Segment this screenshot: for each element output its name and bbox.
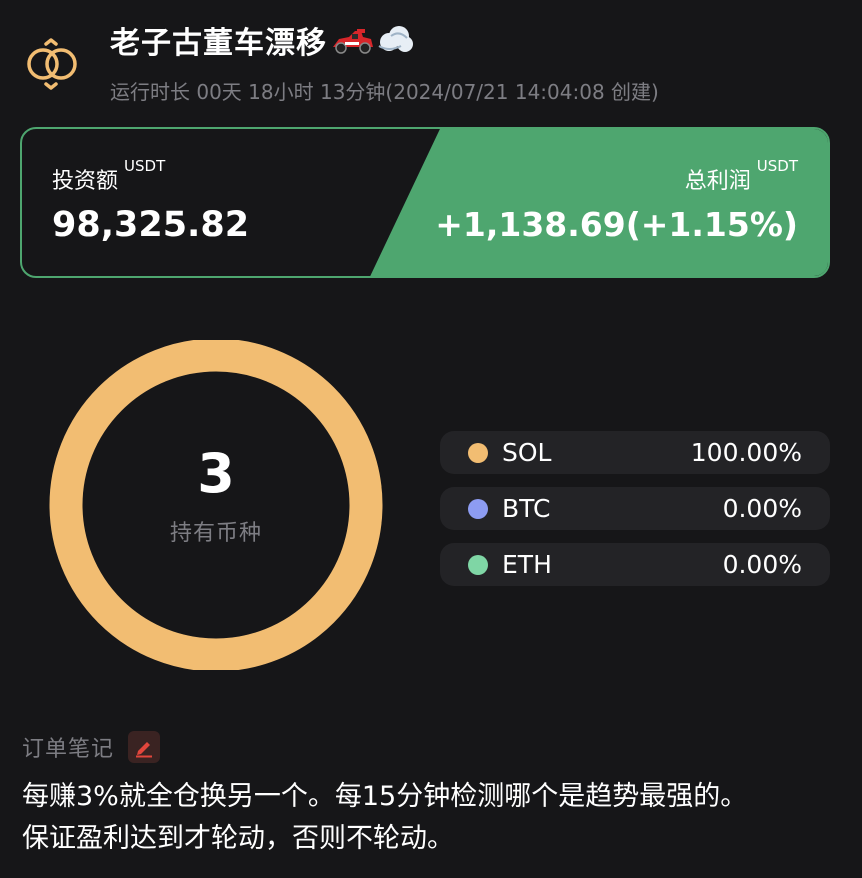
order-notes-text: 每赚3%就全仓换另一个。每15分钟检测哪个是趋势最强的。 保证盈利达到才轮动，否… xyxy=(22,776,842,860)
edit-pencil-icon xyxy=(136,742,153,758)
bot-detail-page: 老子古董车漂移 运行时长 00天 18小时 13分钟(2024/07/21 14… xyxy=(0,0,862,878)
runtime-subtitle: 运行时长 00天 18小时 13分钟(2024/07/21 14:04:08 创… xyxy=(110,80,659,104)
legend-item-sol: SOL 100.00% xyxy=(440,431,830,474)
notes-line: 每赚3%就全仓换另一个。每15分钟检测哪个是趋势最强的。 xyxy=(22,781,748,812)
legend-coin-percent: 0.00% xyxy=(722,550,802,579)
notes-line: 保证盈利达到才轮动，否则不轮动。 xyxy=(22,823,454,854)
bot-title-row: 老子古董车漂移 xyxy=(110,18,415,62)
investment-label: 投资额 xyxy=(52,169,119,194)
donut-segment-sol xyxy=(49,340,383,670)
holdings-donut-chart xyxy=(49,340,383,670)
order-notes-title: 订单笔记 xyxy=(22,737,115,762)
dash-cloud-icon xyxy=(378,26,413,52)
investment-value: 98,325.82 xyxy=(52,205,250,245)
holdings-legend: SOL 100.00% BTC 0.00% ETH 0.00% xyxy=(440,431,830,599)
eth-color-dot xyxy=(468,554,488,575)
investment-label-group: 投资额 USDT xyxy=(52,157,165,195)
linked-rings-logo-icon xyxy=(27,38,77,90)
holdings-count: 3 xyxy=(197,442,235,505)
legend-item-eth: ETH 0.00% xyxy=(440,543,830,586)
legend-item-btc: BTC 0.00% xyxy=(440,487,830,530)
btc-color-dot xyxy=(468,498,488,519)
profit-panel-background xyxy=(370,129,828,276)
title-emoji-group xyxy=(331,22,415,58)
legend-coin-percent: 100.00% xyxy=(690,438,802,467)
holdings-count-label: 持有币种 xyxy=(169,521,262,546)
edit-notes-button[interactable] xyxy=(128,731,161,763)
legend-coin-name: SOL xyxy=(502,438,552,467)
profit-label: 总利润 xyxy=(684,169,751,194)
legend-coin-name: BTC xyxy=(502,494,551,523)
profit-label-group: 总利润 USDT xyxy=(684,157,798,195)
profit-value: +1,138.69(+1.15%) xyxy=(435,205,798,244)
race-car-icon xyxy=(333,29,373,54)
sol-color-dot xyxy=(468,442,488,463)
bot-title: 老子古董车漂移 xyxy=(110,26,327,61)
summary-card: 投资额 USDT 98,325.82 总利润 USDT +1,138.69(+1… xyxy=(20,127,830,278)
profit-unit: USDT xyxy=(756,157,798,175)
legend-coin-name: ETH xyxy=(502,550,552,579)
legend-coin-percent: 0.00% xyxy=(722,494,802,523)
order-notes-header: 订单笔记 xyxy=(22,731,161,763)
investment-unit: USDT xyxy=(124,157,166,175)
